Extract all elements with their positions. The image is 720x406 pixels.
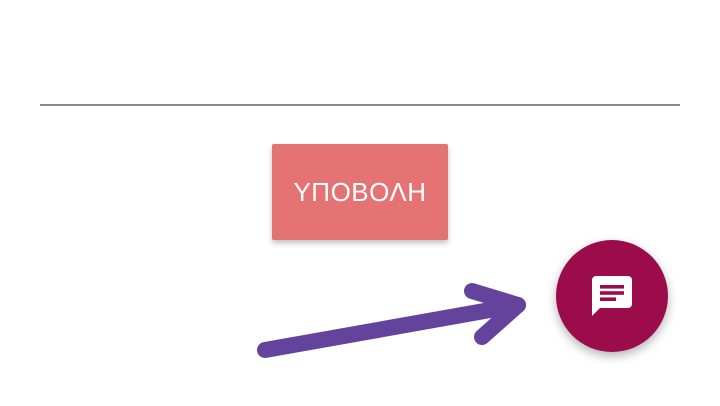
divider bbox=[40, 104, 680, 106]
chat-message-icon bbox=[592, 276, 632, 316]
chat-fab-button[interactable] bbox=[556, 240, 668, 352]
submit-button[interactable]: ΥΠΟΒΟΛΗ bbox=[272, 144, 448, 240]
page: ΥΠΟΒΟΛΗ bbox=[0, 0, 720, 406]
